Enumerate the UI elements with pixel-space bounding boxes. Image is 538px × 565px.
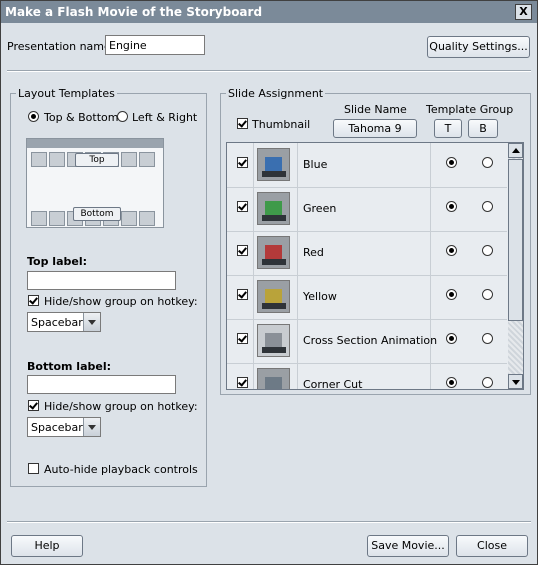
- list-item[interactable]: Red: [227, 231, 507, 276]
- presentation-name-label: Presentation name:: [7, 40, 115, 53]
- layout-templates-legend: Layout Templates: [16, 87, 117, 100]
- slide-include-checkbox[interactable]: [237, 201, 248, 212]
- scroll-up-icon[interactable]: [508, 143, 523, 158]
- title-bar: Make a Flash Movie of the Storyboard X: [1, 1, 537, 23]
- list-item[interactable]: Cross Section Animation: [227, 319, 507, 364]
- list-item[interactable]: Yellow: [227, 275, 507, 320]
- slide-name: Corner Cut: [303, 378, 363, 390]
- flash-movie-dialog: Make a Flash Movie of the Storyboard X P…: [0, 0, 538, 565]
- bottom-group-radio[interactable]: [482, 289, 493, 300]
- left-right-label: Left & Right: [132, 111, 198, 124]
- slide-name-header: Slide Name: [344, 103, 407, 116]
- slide-list: Blue Green Red Yellow Cross Section Anim…: [226, 142, 524, 390]
- top-label-title: Top label:: [27, 255, 88, 268]
- bottom-group-radio[interactable]: [482, 201, 493, 212]
- top-bottom-label: Top & Bottom: [44, 111, 119, 124]
- preview-top-tab: Top: [75, 153, 119, 167]
- slide-name: Yellow: [303, 290, 337, 303]
- top-group-radio[interactable]: [446, 377, 457, 388]
- close-button[interactable]: Close: [456, 535, 528, 557]
- slide-name: Green: [303, 202, 337, 215]
- top-hotkey-dropdown[interactable]: Spacebar: [27, 312, 101, 332]
- top-group-radio[interactable]: [446, 245, 457, 256]
- layout-preview: Top Bottom: [26, 138, 164, 228]
- top-group-radio[interactable]: [446, 289, 457, 300]
- slide-name: Cross Section Animation: [303, 334, 438, 347]
- bottom-group-radio[interactable]: [482, 377, 493, 388]
- list-item[interactable]: Corner Cut: [227, 363, 507, 390]
- list-item[interactable]: Green: [227, 187, 507, 232]
- slide-thumbnail: [257, 148, 290, 181]
- slide-include-checkbox[interactable]: [237, 289, 248, 300]
- bottom-group-radio[interactable]: [482, 245, 493, 256]
- chevron-down-icon[interactable]: [83, 418, 100, 436]
- close-window-icon[interactable]: X: [515, 4, 532, 20]
- scroll-thumb[interactable]: [508, 159, 523, 321]
- quality-settings-button[interactable]: Quality Settings...: [427, 36, 530, 58]
- bottom-label-input[interactable]: [27, 375, 176, 394]
- top-group-radio[interactable]: [446, 157, 457, 168]
- slide-include-checkbox[interactable]: [237, 377, 248, 388]
- save-movie-button[interactable]: Save Movie...: [367, 535, 449, 557]
- top-divider: [7, 70, 531, 72]
- slide-include-checkbox[interactable]: [237, 157, 248, 168]
- font-button[interactable]: Tahoma 9: [333, 119, 417, 138]
- slide-thumbnail: [257, 236, 290, 269]
- top-group-radio[interactable]: [446, 333, 457, 344]
- top-bottom-radio[interactable]: [28, 111, 39, 122]
- slide-name: Blue: [303, 158, 328, 171]
- top-group-radio[interactable]: [446, 201, 457, 212]
- window-title: Make a Flash Movie of the Storyboard: [5, 5, 263, 19]
- slide-thumbnail: [257, 192, 290, 225]
- left-right-radio[interactable]: [117, 111, 128, 122]
- bottom-divider: [7, 521, 531, 523]
- bottom-group-button[interactable]: B: [468, 119, 498, 138]
- bottom-hotkey-label: Hide/show group on hotkey:: [44, 400, 198, 413]
- bottom-group-radio[interactable]: [482, 157, 493, 168]
- bottom-group-radio[interactable]: [482, 333, 493, 344]
- thumbnail-checkbox[interactable]: [237, 118, 248, 129]
- bottom-hotkey-dropdown[interactable]: Spacebar: [27, 417, 101, 437]
- slide-thumbnail: [257, 280, 290, 313]
- slide-thumbnail: [257, 368, 290, 389]
- scroll-down-icon[interactable]: [508, 374, 523, 389]
- bottom-hotkey-checkbox[interactable]: [28, 400, 39, 411]
- top-hotkey-checkbox[interactable]: [28, 295, 39, 306]
- bottom-label-title: Bottom label:: [27, 360, 112, 373]
- autohide-checkbox[interactable]: [28, 463, 39, 474]
- list-item[interactable]: Blue: [227, 143, 507, 188]
- slide-thumbnail: [257, 324, 290, 357]
- chevron-down-icon[interactable]: [83, 313, 100, 331]
- slide-name: Red: [303, 246, 324, 259]
- slide-include-checkbox[interactable]: [237, 245, 248, 256]
- thumbnail-label: Thumbnail: [252, 118, 311, 131]
- template-group-header: Template Group: [426, 103, 514, 116]
- vertical-scrollbar[interactable]: [508, 143, 523, 389]
- slide-include-checkbox[interactable]: [237, 333, 248, 344]
- top-group-button[interactable]: T: [434, 119, 462, 138]
- help-button[interactable]: Help: [11, 535, 83, 557]
- autohide-label: Auto-hide playback controls: [44, 463, 198, 476]
- top-label-input[interactable]: [27, 271, 176, 290]
- slide-assignment-legend: Slide Assignment: [226, 87, 326, 100]
- preview-bottom-tab: Bottom: [73, 207, 121, 221]
- presentation-name-input[interactable]: Engine: [105, 35, 205, 55]
- top-hotkey-label: Hide/show group on hotkey:: [44, 295, 198, 308]
